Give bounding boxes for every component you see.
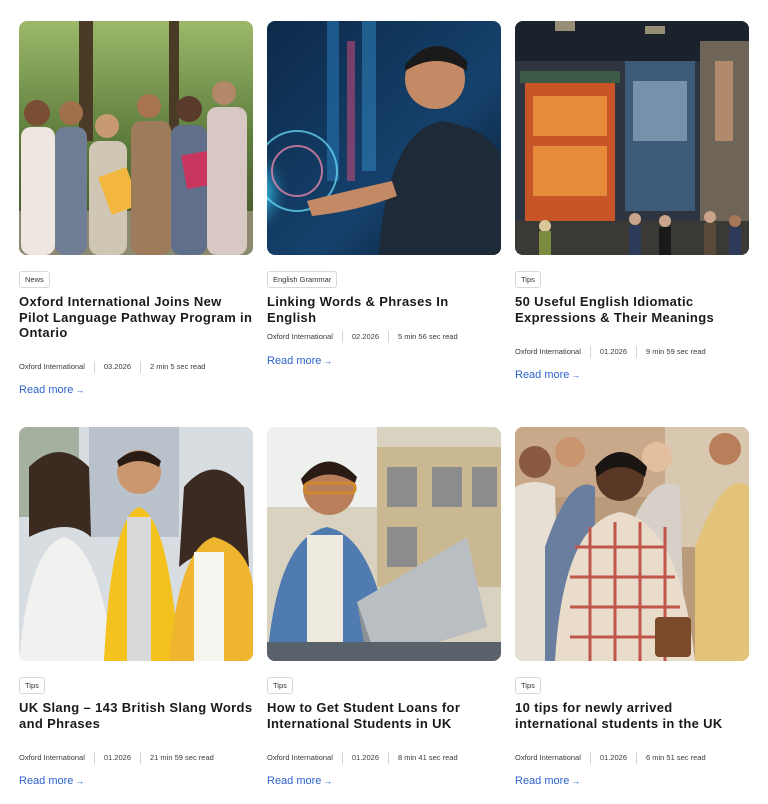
article-image-friends-laughing[interactable] [19, 427, 253, 661]
category-badge[interactable]: Tips [515, 677, 541, 694]
article-meta: Oxford International 01.2026 6 min 51 sec … [515, 752, 706, 764]
author: Oxford International [267, 753, 333, 762]
arrow-right-icon: → [323, 356, 333, 366]
friends-laughing-photo [19, 427, 253, 661]
article-meta: Oxford International 01.2026 9 min 59 sec … [515, 346, 706, 358]
read-time: 8 min 41 sec read [398, 753, 458, 762]
students-group-campus-photo [515, 427, 749, 661]
read-more-link[interactable]: Read more → [267, 775, 332, 787]
arrow-right-icon: → [75, 385, 85, 395]
date: 01.2026 [351, 753, 379, 762]
article-card[interactable]: English Grammar Linking Words & Phrases … [267, 21, 501, 367]
article-meta: Oxford International 01.2026 21 min 59 sec… [19, 752, 214, 764]
arrow-right-icon: → [75, 776, 85, 786]
category-badge[interactable]: News [19, 271, 50, 288]
student-touching-digital-screen-photo [267, 21, 501, 255]
article-card[interactable]: Tips How to Get Student Loans for Intern… [267, 427, 501, 787]
article-image-shopfront[interactable] [515, 21, 749, 255]
read-time: 5 min 56 sec read [398, 332, 458, 341]
read-time: 9 min 59 sec read [646, 347, 706, 356]
article-title[interactable]: How to Get Student Loans for Internation… [267, 700, 501, 731]
article-image-students-campus[interactable] [515, 427, 749, 661]
arrow-right-icon: → [323, 776, 333, 786]
article-title[interactable]: 50 Useful English Idiomatic Expressions … [515, 294, 749, 325]
category-badge[interactable]: Tips [19, 677, 45, 694]
group-of-students-photo [19, 21, 253, 255]
read-more-link[interactable]: Read more → [19, 775, 84, 787]
date: 01.2026 [103, 753, 131, 762]
read-time: 2 min 5 sec read [150, 362, 206, 371]
arrow-right-icon: → [571, 370, 581, 380]
author: Oxford International [19, 753, 85, 762]
read-more-link[interactable]: Read more → [515, 775, 580, 787]
author: Oxford International [515, 753, 581, 762]
article-meta: Oxford International 01.2026 8 min 41 sec … [267, 752, 458, 764]
date: 01.2026 [599, 753, 627, 762]
arrow-right-icon: → [571, 776, 581, 786]
article-title[interactable]: UK Slang – 143 British Slang Words and P… [19, 700, 253, 731]
read-time: 6 min 51 sec read [646, 753, 706, 762]
article-title[interactable]: Linking Words & Phrases In English [267, 294, 501, 325]
article-title[interactable]: Oxford International Joins New Pilot Lan… [19, 294, 253, 341]
category-badge[interactable]: Tips [515, 271, 541, 288]
article-meta: Oxford International 02.2026 5 min 56 sec … [267, 331, 458, 343]
article-card[interactable]: Tips 50 Useful English Idiomatic Express… [515, 21, 749, 381]
author: Oxford International [515, 347, 581, 356]
read-time: 21 min 59 sec read [150, 753, 214, 762]
article-title[interactable]: 10 tips for newly arrived international … [515, 700, 749, 731]
student-with-laptop-photo [267, 427, 501, 661]
article-card[interactable]: Tips UK Slang – 143 British Slang Words … [19, 427, 253, 787]
author: Oxford International [19, 362, 85, 371]
article-image-group-of-students[interactable] [19, 21, 253, 255]
read-more-link[interactable]: Read more → [515, 369, 580, 381]
diagon-alley-shopfront-photo [515, 21, 749, 255]
article-image-student-laptop[interactable] [267, 427, 501, 661]
date: 02.2026 [351, 332, 379, 341]
article-image-student-digital-screen[interactable] [267, 21, 501, 255]
article-meta: Oxford International 03.2026 2 min 5 sec r… [19, 361, 205, 373]
category-badge[interactable]: English Grammar [267, 271, 338, 288]
article-card[interactable]: News Oxford International Joins New Pilo… [19, 21, 253, 396]
date: 01.2026 [599, 347, 627, 356]
read-more-link[interactable]: Read more → [267, 355, 332, 367]
article-card[interactable]: Tips 10 tips for newly arrived internati… [515, 427, 749, 787]
category-badge[interactable]: Tips [267, 677, 293, 694]
author: Oxford International [267, 332, 333, 341]
date: 03.2026 [103, 362, 131, 371]
read-more-link[interactable]: Read more → [19, 384, 84, 396]
